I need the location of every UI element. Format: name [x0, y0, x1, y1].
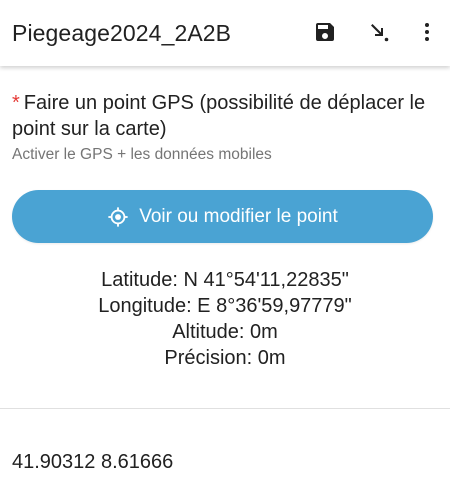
altitude-text: Altitude: 0m	[172, 321, 278, 343]
save-icon	[316, 23, 334, 41]
question-label: * Faire un point GPS (possibilité de dépl…	[12, 90, 432, 142]
precision-text: Précision: 0m	[164, 347, 286, 369]
coordinates-readout: Latitude: N 41°54'11,22835" Longitude: E…	[0, 267, 450, 371]
gps-target-icon	[107, 206, 129, 228]
form-screen: Piegeage2024_2A2B * Faire un point GPS (p…	[0, 0, 450, 500]
more-vertical-icon	[425, 23, 429, 41]
view-edit-point-label: Voir ou modifier le point	[139, 205, 338, 227]
view-edit-point-button[interactable]: Voir ou modifier le point	[12, 190, 433, 243]
overflow-menu-button[interactable]	[410, 14, 444, 50]
save-button[interactable]	[308, 14, 342, 50]
form-title: Piegeage2024_2A2B	[12, 20, 232, 46]
question-text: Faire un point GPS (possibilité de dépla…	[12, 92, 426, 140]
jump-to-arrow-icon	[371, 24, 389, 42]
gps-question: * Faire un point GPS (possibilité de dépl…	[12, 90, 432, 164]
question-hint: Activer le GPS + les données mobiles	[12, 146, 272, 163]
divider	[0, 408, 450, 409]
required-marker: *	[12, 92, 20, 114]
latitude-text: Latitude: N 41°54'11,22835"	[101, 269, 349, 291]
longitude-text: Longitude: E 8°36'59,97779"	[98, 295, 352, 317]
top-app-bar: Piegeage2024_2A2B	[0, 0, 450, 66]
jump-to-button[interactable]	[362, 14, 396, 50]
raw-coordinates-value: 41.90312 8.61666	[12, 451, 174, 473]
